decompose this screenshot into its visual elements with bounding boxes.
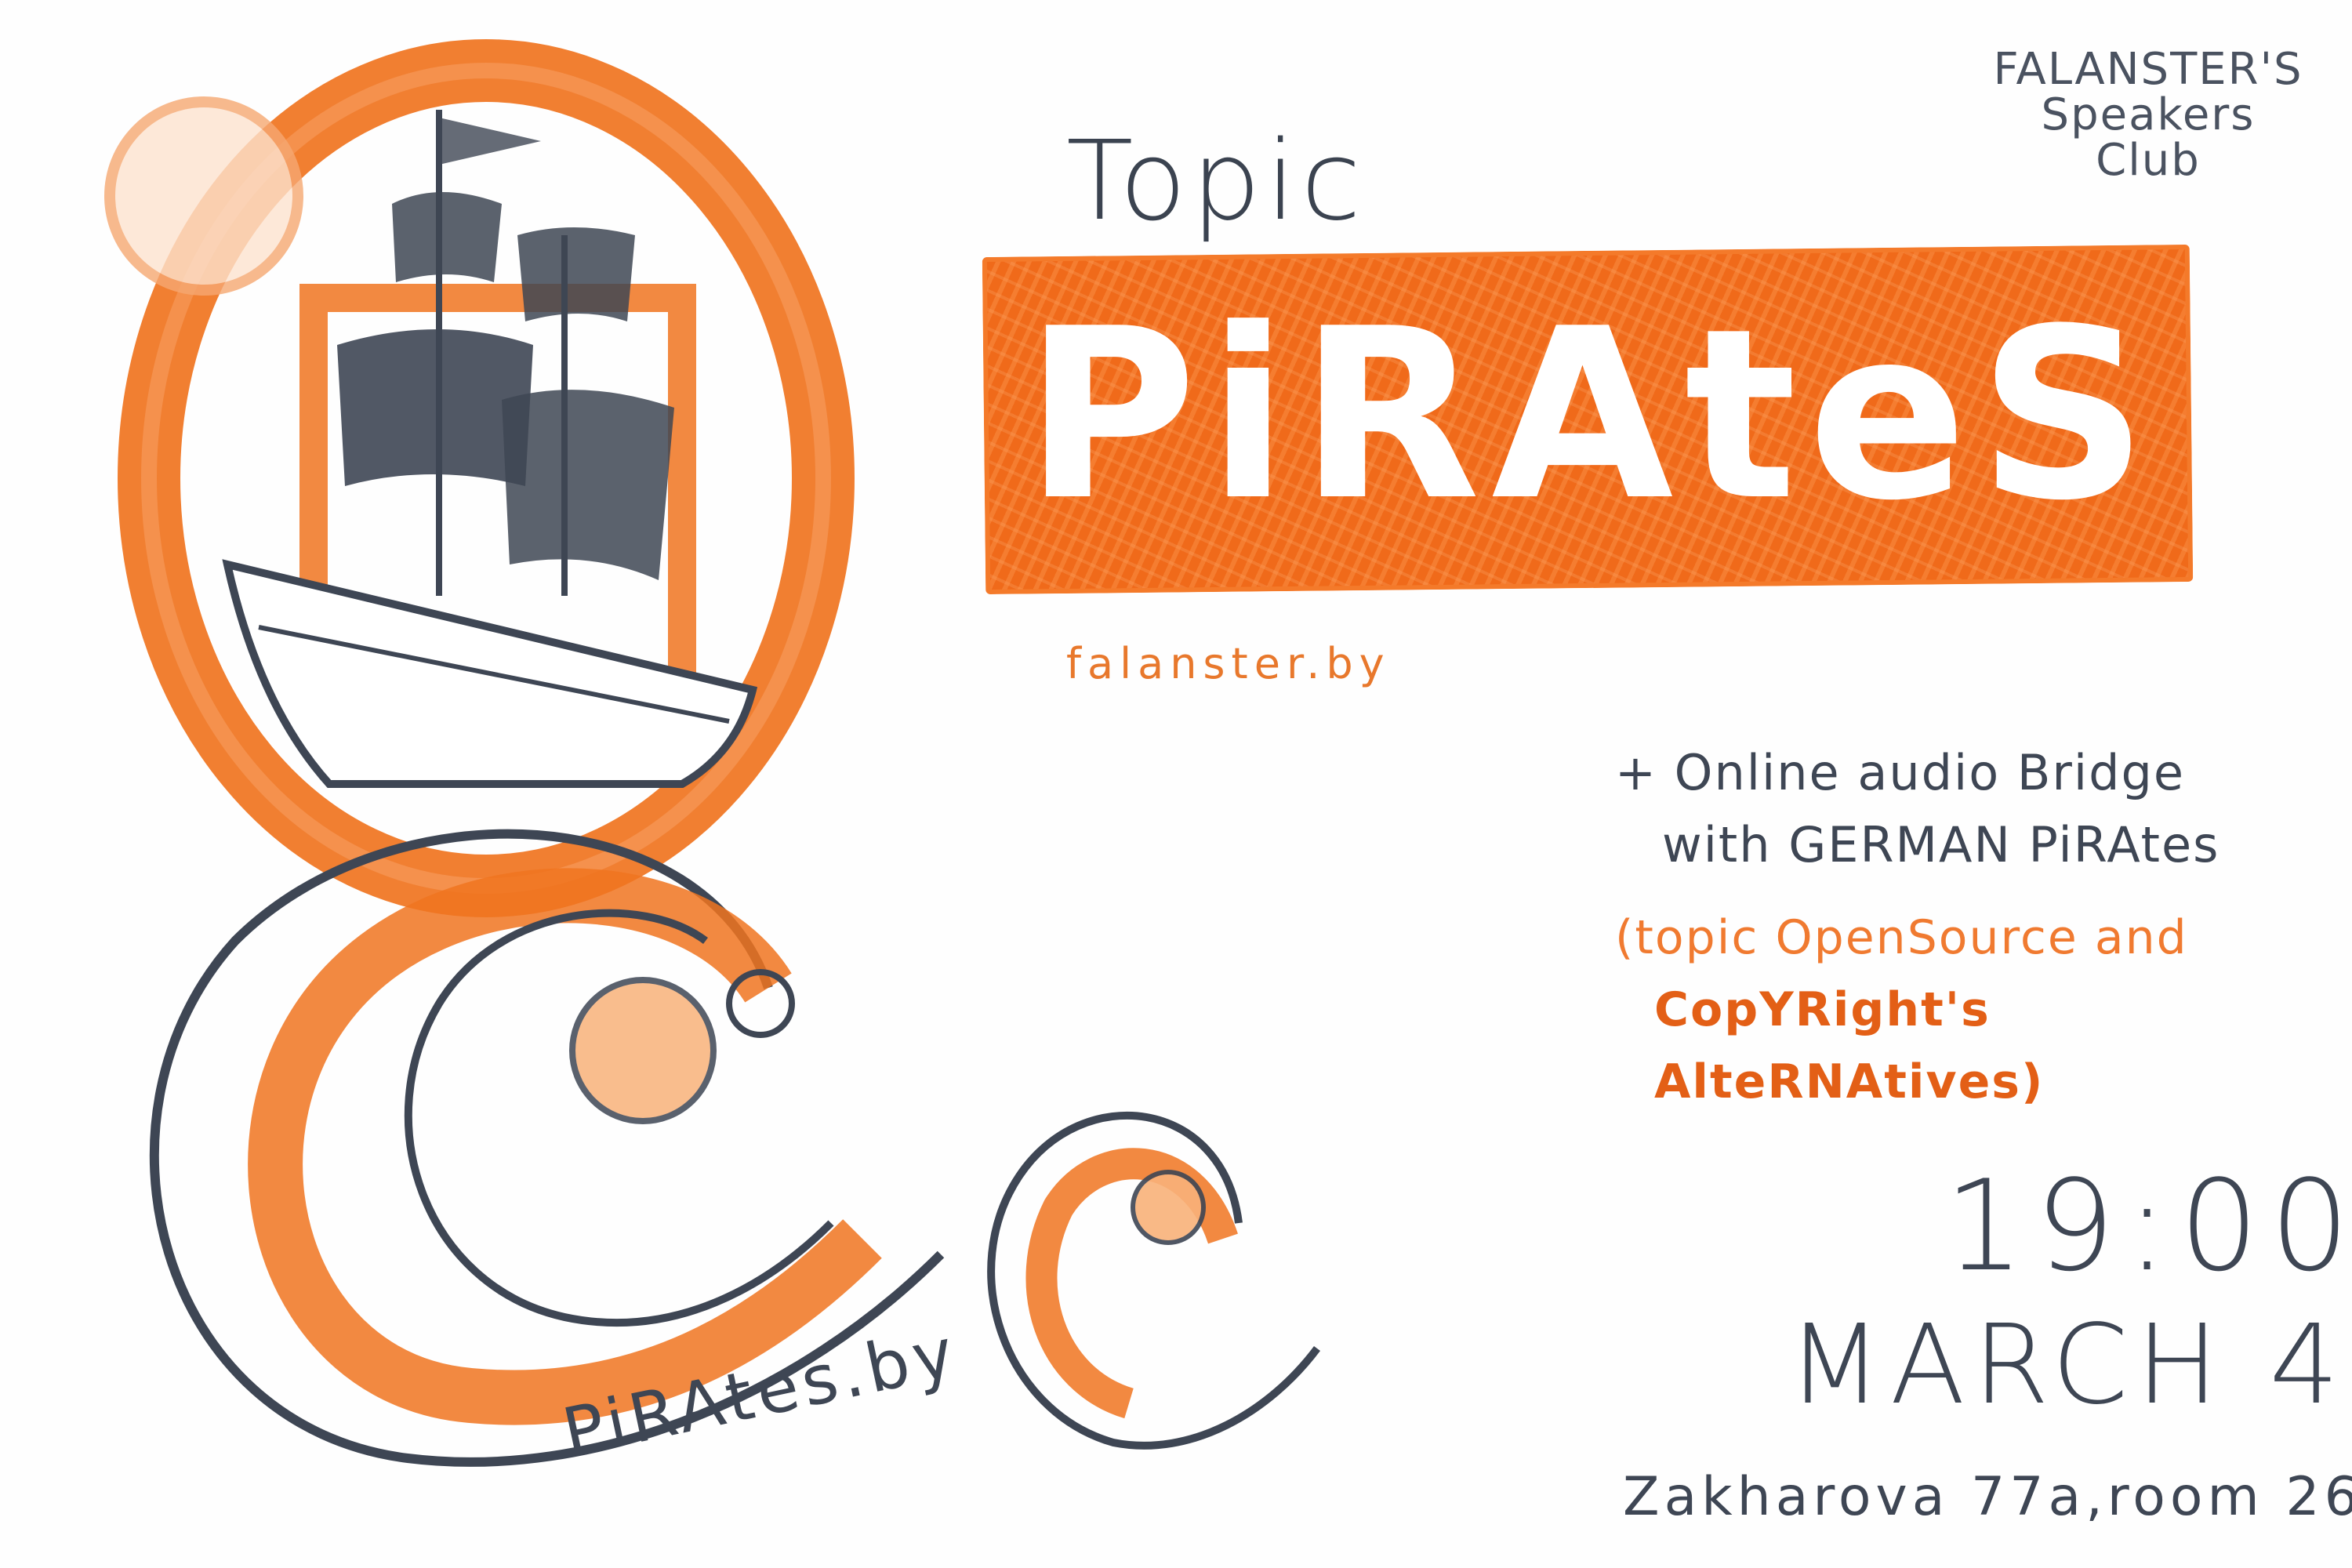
event-time: 19:00 bbox=[1944, 1152, 2352, 1299]
bridge-line-1: + Online audio Bridge bbox=[1615, 744, 2185, 801]
club-line-1: FALANSTER'S bbox=[1993, 44, 2303, 95]
club-name: FALANSTER'S Speakers Club bbox=[1991, 47, 2305, 183]
topic-note: (topic OpenSource and CopYRight's AlteRN… bbox=[1615, 902, 2321, 1118]
paren-line-1: (topic OpenSource and bbox=[1615, 910, 2188, 965]
topic-label: Topic bbox=[1066, 118, 1367, 245]
audio-bridge-note: + Online audio Bridge with GERMAN PiRAte… bbox=[1615, 737, 2321, 881]
event-date: MARCH 4 bbox=[1788, 1301, 2347, 1429]
poster: FALANSTER'S Speakers Club Topic PiRAteS … bbox=[0, 0, 2352, 1568]
site-link: falanster.by bbox=[1066, 639, 1391, 688]
bridge-line-2: with GERMAN PiRAtes bbox=[1662, 816, 2220, 873]
paren-line-2: CopYRight's AlteRNAtives) bbox=[1654, 982, 2045, 1109]
club-line-2: Speakers bbox=[2041, 89, 2256, 140]
title-text: PiRAteS bbox=[1024, 278, 2159, 552]
event-address: Zakharova 77a,room 26 bbox=[1623, 1466, 2352, 1528]
club-line-3: Club bbox=[2096, 135, 2201, 186]
